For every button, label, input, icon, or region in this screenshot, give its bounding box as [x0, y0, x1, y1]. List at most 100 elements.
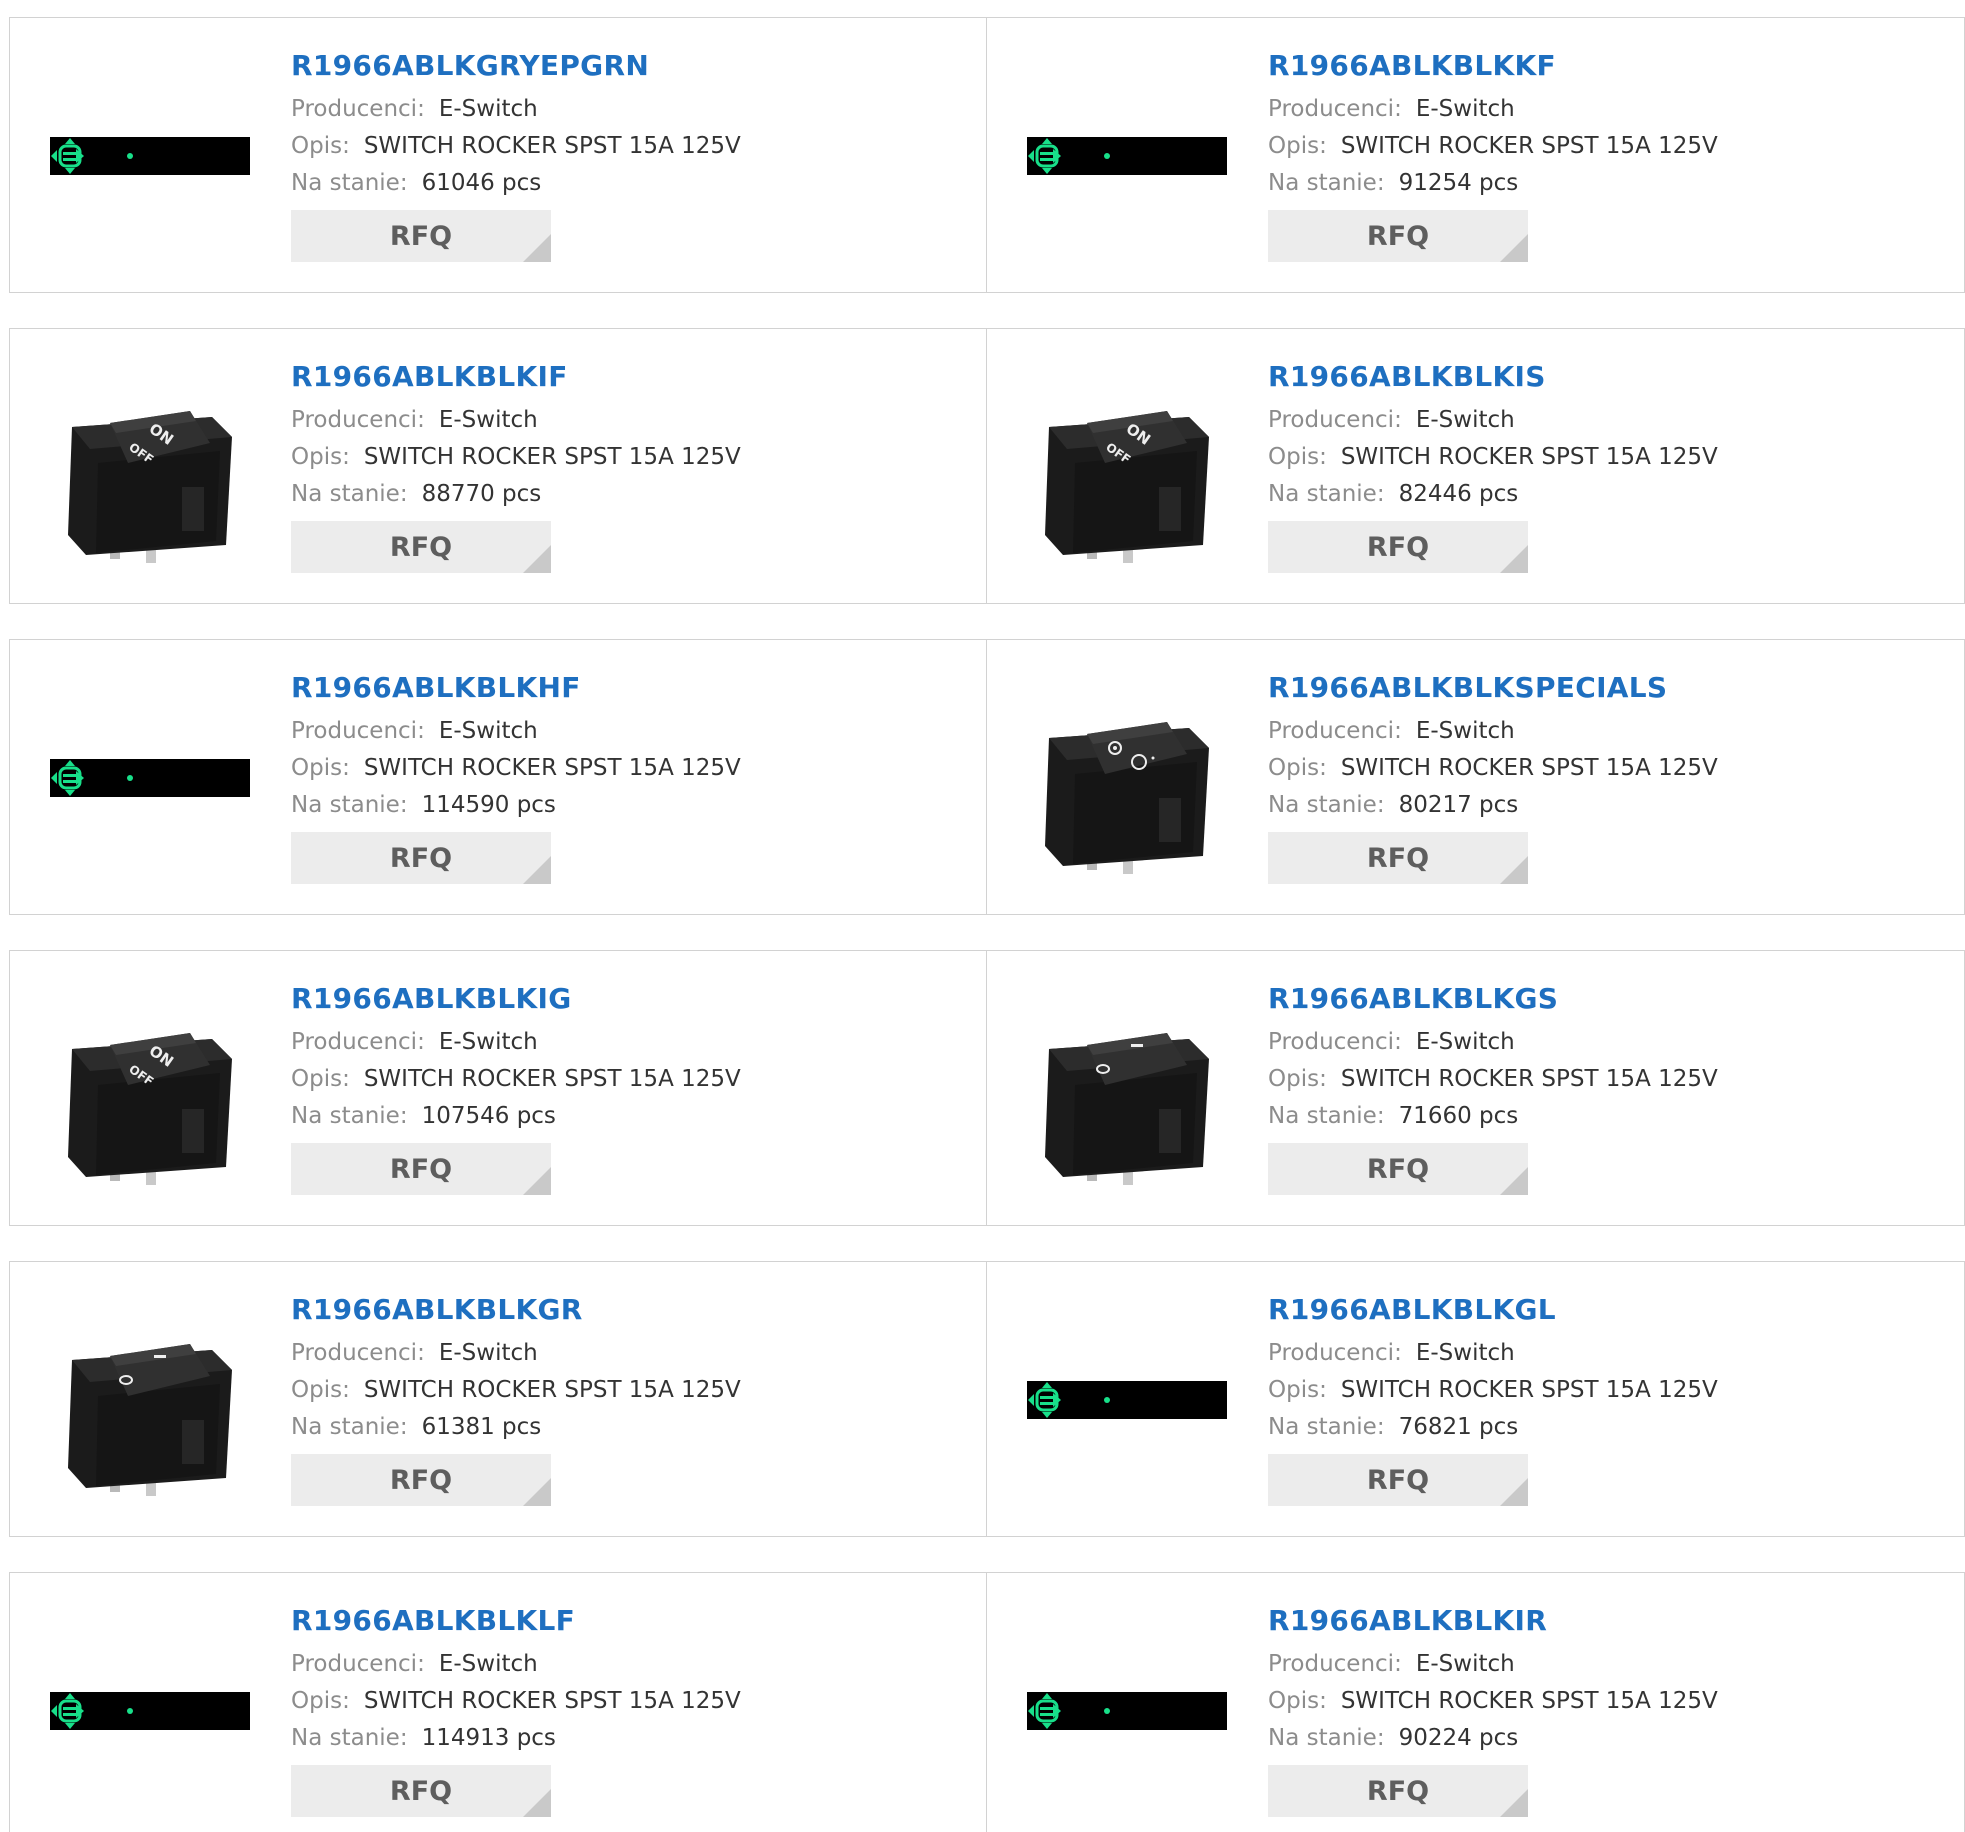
description-value: SWITCH ROCKER SPST 15A 125V — [363, 444, 741, 470]
rfq-button[interactable]: RFQ — [291, 521, 551, 573]
manufacturer-value: E-Switch — [1415, 1029, 1515, 1055]
rocker-io-icon — [68, 1344, 232, 1496]
rocker-on-off-icon: ONOFF — [68, 411, 232, 563]
part-number-link[interactable]: R1966ABLKBLKGL — [1268, 1292, 1718, 1328]
description-label: Opis: — [291, 1377, 350, 1403]
product-row: R1966ABLKBLKLF Producenci: E-Switch Opis:… — [9, 1572, 1965, 1832]
stock-value: 61381 pcs — [421, 1414, 542, 1440]
stock-value: 88770 pcs — [421, 481, 542, 507]
rfq-button[interactable]: RFQ — [1268, 1765, 1528, 1817]
stock-value: 114913 pcs — [421, 1725, 556, 1751]
product-thumbnail[interactable]: ON OFF — [1027, 367, 1227, 567]
description-label: Opis: — [291, 133, 350, 159]
product-card: ON OFF R1966ABLKBLKIG Producenci: E-Switch… — [9, 950, 987, 1226]
product-thumbnail[interactable] — [50, 1300, 250, 1500]
product-thumbnail[interactable] — [50, 678, 250, 878]
part-number-link[interactable]: R1966ABLKBLKIG — [291, 981, 741, 1017]
rfq-button[interactable]: RFQ — [1268, 521, 1528, 573]
part-number-link[interactable]: R1966ABLKBLKIF — [291, 359, 741, 395]
rfq-button[interactable]: RFQ — [1268, 1143, 1528, 1195]
product-thumbnail[interactable]: ON OFF — [50, 989, 250, 1189]
product-card: R1966ABLKBLKLF Producenci: E-Switch Opis:… — [9, 1572, 987, 1832]
manufacturer-value: E-Switch — [438, 1340, 538, 1366]
rfq-button[interactable]: RFQ — [291, 1765, 551, 1817]
manufacturer-field: Producenci: E-Switch — [1268, 1024, 1718, 1061]
description-label: Opis: — [1268, 133, 1327, 159]
stock-label: Na stanie: — [291, 1103, 408, 1129]
product-thumbnail[interactable] — [1027, 56, 1227, 256]
rfq-button[interactable]: RFQ — [291, 1143, 551, 1195]
product-thumbnail[interactable]: ON OFF — [50, 367, 250, 567]
product-card: R1966ABLKBLKKF Producenci: E-Switch Opis:… — [987, 17, 1965, 293]
rfq-button[interactable]: RFQ — [291, 832, 551, 884]
stock-field: Na stanie: 71660 pcs — [1268, 1098, 1718, 1135]
product-row: R1966ABLKGRYEPGRN Producenci: E-Switch Op… — [9, 17, 1965, 293]
manufacturer-label: Producenci: — [1268, 1029, 1402, 1055]
stock-label: Na stanie: — [1268, 1103, 1385, 1129]
product-card: R1966ABLKBLKGS Producenci: E-Switch Opis:… — [987, 950, 1965, 1226]
manufacturer-label: Producenci: — [291, 407, 425, 433]
part-number-link[interactable]: R1966ABLKBLKGS — [1268, 981, 1718, 1017]
rfq-button[interactable]: RFQ — [1268, 832, 1528, 884]
stock-value: 80217 pcs — [1398, 792, 1519, 818]
rfq-label: RFQ — [389, 842, 453, 874]
manufacturer-label: Producenci: — [291, 718, 425, 744]
product-thumbnail[interactable] — [1027, 1300, 1227, 1500]
product-row: ON OFF R1966ABLKBLKIG Producenci: E-Switch… — [9, 950, 1965, 1226]
manufacturer-label: Producenci: — [1268, 407, 1402, 433]
description-value: SWITCH ROCKER SPST 15A 125V — [363, 755, 741, 781]
part-number-link[interactable]: R1966ABLKBLKGR — [291, 1292, 741, 1328]
corner-fold-icon — [523, 856, 551, 884]
manufacturer-value: E-Switch — [1415, 96, 1515, 122]
stock-value: 90224 pcs — [1398, 1725, 1519, 1751]
placeholder-icon — [1027, 1692, 1227, 1730]
description-value: SWITCH ROCKER SPST 15A 125V — [363, 1688, 741, 1714]
rfq-button[interactable]: RFQ — [291, 1454, 551, 1506]
product-thumbnail[interactable] — [50, 56, 250, 256]
description-value: SWITCH ROCKER SPST 15A 125V — [1340, 1688, 1718, 1714]
rfq-label: RFQ — [1366, 531, 1430, 563]
rfq-button[interactable]: RFQ — [291, 210, 551, 262]
part-number-link[interactable]: R1966ABLKBLKIS — [1268, 359, 1718, 395]
manufacturer-value: E-Switch — [438, 1029, 538, 1055]
product-thumbnail[interactable] — [1027, 678, 1227, 878]
description-field: Opis: SWITCH ROCKER SPST 15A 125V — [1268, 1683, 1718, 1720]
part-number-link[interactable]: R1966ABLKBLKSPECIALS — [1268, 670, 1718, 706]
manufacturer-field: Producenci: E-Switch — [291, 1335, 741, 1372]
rfq-label: RFQ — [389, 1775, 453, 1807]
description-value: SWITCH ROCKER SPST 15A 125V — [1340, 1066, 1718, 1092]
description-value: SWITCH ROCKER SPST 15A 125V — [1340, 755, 1718, 781]
stock-label: Na stanie: — [1268, 170, 1385, 196]
product-thumbnail[interactable] — [1027, 989, 1227, 1189]
corner-fold-icon — [1500, 234, 1528, 262]
description-value: SWITCH ROCKER SPST 15A 125V — [363, 133, 741, 159]
product-card: R1966ABLKBLKSPECIALS Producenci: E-Switch… — [987, 639, 1965, 915]
description-label: Opis: — [1268, 444, 1327, 470]
stock-field: Na stanie: 61046 pcs — [291, 165, 741, 202]
rfq-button[interactable]: RFQ — [1268, 1454, 1528, 1506]
stock-field: Na stanie: 114590 pcs — [291, 787, 741, 824]
product-card: R1966ABLKBLKHF Producenci: E-Switch Opis:… — [9, 639, 987, 915]
stock-field: Na stanie: 91254 pcs — [1268, 165, 1718, 202]
stock-label: Na stanie: — [291, 1414, 408, 1440]
part-number-link[interactable]: R1966ABLKGRYEPGRN — [291, 48, 741, 84]
description-label: Opis: — [1268, 1066, 1327, 1092]
stock-field: Na stanie: 107546 pcs — [291, 1098, 741, 1135]
stock-label: Na stanie: — [1268, 481, 1385, 507]
product-thumbnail[interactable] — [1027, 1611, 1227, 1811]
rfq-button[interactable]: RFQ — [1268, 210, 1528, 262]
product-card: R1966ABLKBLKGL Producenci: E-Switch Opis:… — [987, 1261, 1965, 1537]
manufacturer-field: Producenci: E-Switch — [291, 402, 741, 439]
part-number-link[interactable]: R1966ABLKBLKLF — [291, 1603, 741, 1639]
part-number-link[interactable]: R1966ABLKBLKIR — [1268, 1603, 1718, 1639]
rocker-symbol-icon — [1045, 722, 1209, 874]
corner-fold-icon — [523, 1789, 551, 1817]
corner-fold-icon — [523, 234, 551, 262]
product-thumbnail[interactable] — [50, 1611, 250, 1811]
part-number-link[interactable]: R1966ABLKBLKKF — [1268, 48, 1718, 84]
part-number-link[interactable]: R1966ABLKBLKHF — [291, 670, 741, 706]
description-field: Opis: SWITCH ROCKER SPST 15A 125V — [291, 128, 741, 165]
description-field: Opis: SWITCH ROCKER SPST 15A 125V — [291, 1683, 741, 1720]
description-label: Opis: — [291, 1066, 350, 1092]
rfq-label: RFQ — [1366, 842, 1430, 874]
